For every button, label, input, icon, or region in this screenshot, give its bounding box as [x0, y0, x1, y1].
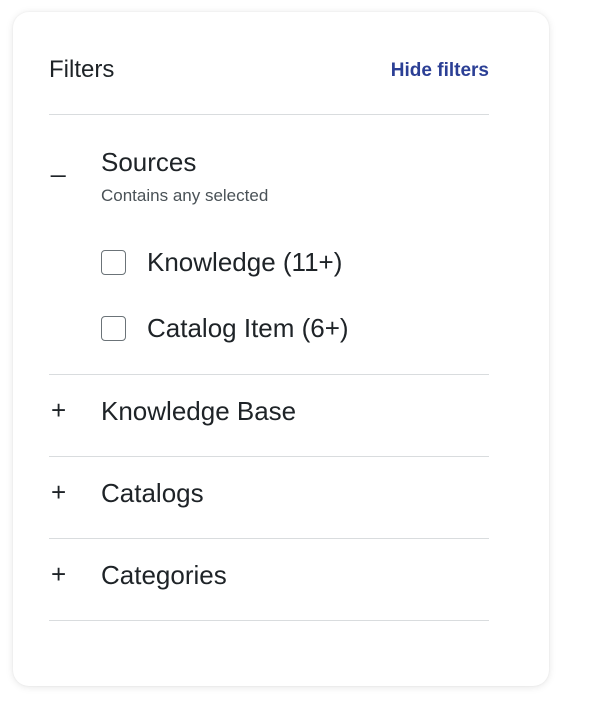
section-label-catalogs: Catalogs [101, 478, 204, 508]
collapse-icon: _ [51, 148, 66, 178]
option-knowledge[interactable]: Knowledge (11+) [101, 246, 342, 278]
filters-title: Filters [49, 56, 115, 83]
expand-icon: + [51, 559, 67, 589]
checkbox-knowledge[interactable] [101, 249, 126, 275]
checkbox-catalog-item[interactable] [101, 315, 126, 341]
section-label-knowledge-base: Knowledge Base [101, 396, 297, 426]
filter-section-categories: + Categories [49, 539, 489, 621]
expand-icon: + [51, 477, 67, 507]
section-label-categories: Categories [101, 560, 227, 590]
sources-hint: Contains any selected [101, 186, 269, 205]
knowledge-base-toggle[interactable]: + Knowledge Base [49, 375, 489, 455]
option-catalog-item[interactable]: Catalog Item (6+) [101, 312, 349, 344]
filter-section-catalogs: + Catalogs [49, 457, 489, 539]
filter-section-knowledge-base: + Knowledge Base [49, 375, 489, 457]
catalogs-toggle[interactable]: + Catalogs [49, 457, 489, 537]
hide-filters-link[interactable]: Hide filters [391, 57, 489, 85]
section-label-sources: Sources [101, 147, 197, 177]
filters-header: Filters Hide filters [49, 56, 489, 115]
option-label-catalog-item: Catalog Item (6+) [147, 313, 349, 343]
filter-section-sources: _ Sources Contains any selected Knowledg… [49, 127, 489, 375]
categories-toggle[interactable]: + Categories [49, 539, 489, 619]
expand-icon: + [51, 395, 67, 425]
option-label-knowledge: Knowledge (11+) [147, 247, 343, 277]
